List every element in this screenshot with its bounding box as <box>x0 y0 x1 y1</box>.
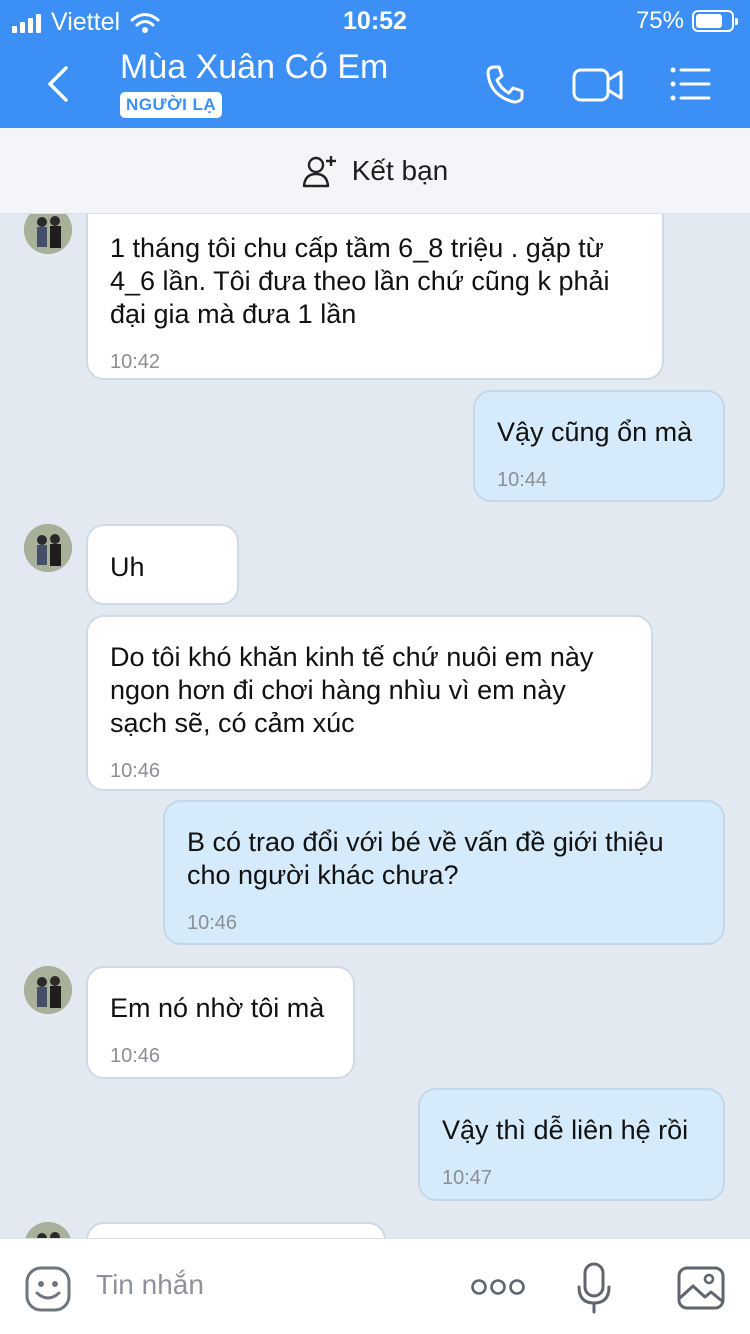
image-icon[interactable] <box>676 1265 726 1311</box>
add-user-icon <box>302 155 336 187</box>
battery-percent: 75% <box>635 7 684 34</box>
microphone-icon[interactable] <box>576 1261 612 1315</box>
message-bubble-incoming[interactable]: 1 tháng tôi chu cấp tầm 6_8 triệu . gặp … <box>86 196 664 380</box>
message-time: 10:44 <box>497 469 548 491</box>
message-text: Vậy cũng ổn mà <box>497 417 693 447</box>
phone-icon[interactable] <box>484 62 526 106</box>
message-bubble-incoming[interactable]: Em nó nhờ tôi mà 10:46 <box>86 966 355 1079</box>
chat-title[interactable]: Mùa Xuân Có Em <box>120 48 388 87</box>
message-text: Em nó nhờ tôi mà <box>110 993 325 1023</box>
stranger-badge: NGƯỜI LẠ <box>120 92 223 118</box>
contact-avatar[interactable] <box>24 524 72 572</box>
add-friend-bar[interactable]: Kết bạn <box>0 128 750 214</box>
message-bubble-incoming[interactable]: Uh <box>86 524 239 605</box>
video-call-icon[interactable] <box>572 62 624 106</box>
message-time: 10:42 <box>110 351 161 373</box>
status-bar: Viettel 10:52 75% <box>0 0 750 40</box>
message-input-bar: Tin nhắn <box>0 1238 750 1334</box>
message-text: Do tôi khó khăn kinh tế chứ nuôi em này … <box>110 642 594 738</box>
message-text: B có trao đổi với bé về vấn đề giới thiệ… <box>187 827 664 890</box>
chat-header: Viettel 10:52 75% Mùa Xuân Có Em NGƯỜI L… <box>0 0 750 128</box>
add-friend-label: Kết bạn <box>351 154 449 186</box>
emoji-icon[interactable] <box>24 1265 72 1313</box>
message-bubble-outgoing[interactable]: B có trao đổi với bé về vấn đề giới thiệ… <box>163 800 725 945</box>
message-bubble-outgoing[interactable]: Vậy cũng ổn mà 10:44 <box>473 390 725 502</box>
contact-avatar[interactable] <box>24 966 72 1014</box>
back-icon[interactable] <box>40 62 80 106</box>
menu-icon[interactable] <box>668 62 712 106</box>
message-bubble-outgoing[interactable]: Vậy thì dễ liên hệ rồi 10:47 <box>418 1088 725 1201</box>
message-input[interactable]: Tin nhắn <box>96 1269 204 1301</box>
battery-icon <box>692 10 738 32</box>
message-time: 10:46 <box>110 1045 161 1067</box>
message-bubble-incoming[interactable]: Do tôi khó khăn kinh tế chứ nuôi em này … <box>86 615 653 791</box>
more-icon[interactable] <box>470 1277 526 1297</box>
message-text: Uh <box>110 552 145 582</box>
message-time: 10:46 <box>110 760 161 782</box>
message-text: Vậy thì dễ liên hệ rồi <box>442 1115 689 1145</box>
message-time: 10:46 <box>187 912 238 934</box>
message-text: 1 tháng tôi chu cấp tầm 6_8 triệu . gặp … <box>110 233 610 329</box>
message-time: 10:47 <box>442 1167 493 1189</box>
